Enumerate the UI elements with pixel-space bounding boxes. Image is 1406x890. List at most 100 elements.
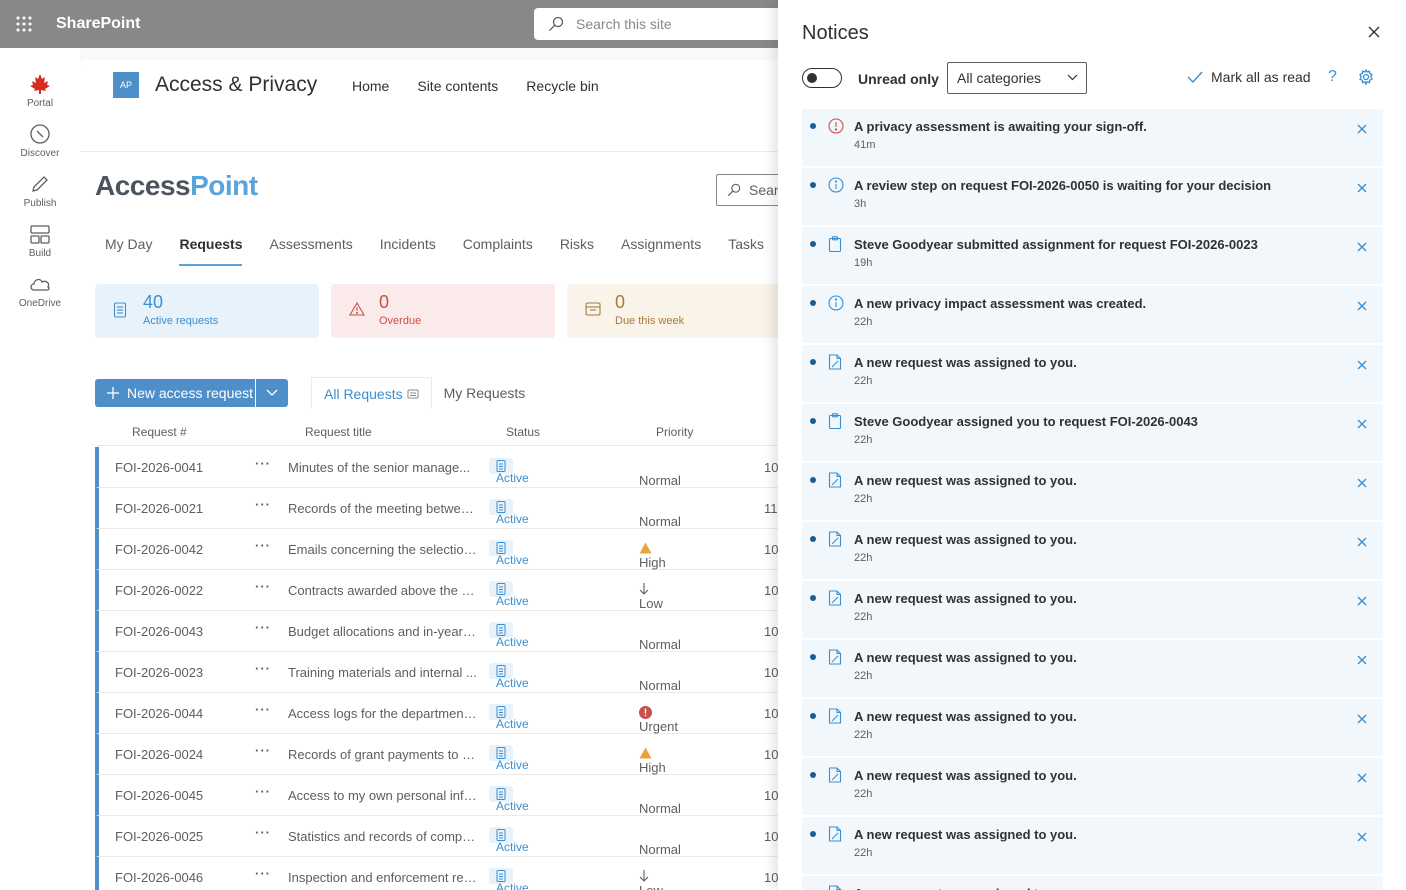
notice-text[interactable]: A new privacy impact assessment was crea… [854, 296, 1146, 311]
request-title[interactable]: Access to my own personal info... [288, 788, 478, 803]
close-panel-button[interactable] [1368, 26, 1380, 41]
notice-item[interactable]: A new request was assigned to you.22h [802, 817, 1383, 874]
notice-item[interactable]: A new request was assigned to you.22h [802, 876, 1383, 890]
notice-text[interactable]: A new request was assigned to you. [854, 532, 1077, 547]
table-row[interactable]: FOI-2026-0022 ··· Contracts awarded above … [95, 570, 800, 611]
table-row[interactable]: FOI-2026-0021 ··· Records of the meeting b… [95, 488, 800, 529]
notice-item[interactable]: Steve Goodyear assigned you to request F… [802, 404, 1383, 461]
table-row[interactable]: FOI-2026-0042 ··· Emails concerning the se… [95, 529, 800, 570]
dismiss-notice-button[interactable] [1357, 476, 1367, 491]
dismiss-notice-button[interactable] [1357, 358, 1367, 373]
notice-item[interactable]: A new request was assigned to you.22h [802, 758, 1383, 815]
nav-site-contents[interactable]: Site contents [417, 78, 498, 94]
notice-text[interactable]: A new request was assigned to you. [854, 709, 1077, 724]
request-number[interactable]: FOI-2026-0045 [115, 788, 203, 803]
request-title[interactable]: Budget allocations and in-year r... [288, 624, 478, 639]
request-number[interactable]: FOI-2026-0025 [115, 829, 203, 844]
notice-text[interactable]: A new request was assigned to you. [854, 650, 1077, 665]
dismiss-notice-button[interactable] [1357, 771, 1367, 786]
dismiss-notice-button[interactable] [1357, 830, 1367, 845]
request-title[interactable]: Statistics and records of compla... [288, 829, 478, 844]
appbar-portal[interactable]: Portal [0, 66, 80, 116]
request-title[interactable]: Records of the meeting betwee... [288, 501, 478, 516]
card-active-requests[interactable]: 40 Active requests [95, 284, 319, 338]
notice-text[interactable]: A new request was assigned to you. [854, 473, 1077, 488]
request-title[interactable]: Minutes of the senior manage... [288, 460, 478, 475]
notice-text[interactable]: A review step on request FOI-2026-0050 i… [854, 178, 1271, 193]
dismiss-notice-button[interactable] [1357, 181, 1367, 196]
tab-tasks[interactable]: Tasks [728, 236, 764, 266]
row-more-button[interactable]: ··· [255, 579, 271, 594]
request-number[interactable]: FOI-2026-0046 [115, 870, 203, 885]
col-status[interactable]: Status [506, 425, 540, 439]
unread-only-toggle[interactable] [802, 68, 842, 88]
request-number[interactable]: FOI-2026-0021 [115, 501, 203, 516]
request-number[interactable]: FOI-2026-0044 [115, 706, 203, 721]
dismiss-notice-button[interactable] [1357, 122, 1367, 137]
dismiss-notice-button[interactable] [1357, 240, 1367, 255]
row-more-button[interactable]: ··· [255, 825, 271, 840]
card-due-this-week[interactable]: 0 Due this week [567, 284, 791, 338]
notice-item[interactable]: A privacy assessment is awaiting your si… [802, 109, 1383, 166]
notice-text[interactable]: A new request was assigned to you. [854, 591, 1077, 606]
new-access-request-button[interactable]: New access request [95, 379, 255, 407]
table-row[interactable]: FOI-2026-0041 ··· Minutes of the senior ma… [95, 447, 800, 488]
notice-item[interactable]: A new request was assigned to you.22h [802, 640, 1383, 697]
tab-my-day[interactable]: My Day [105, 236, 152, 266]
col-request-title[interactable]: Request title [305, 425, 372, 439]
row-more-button[interactable]: ··· [255, 743, 271, 758]
tab-requests[interactable]: Requests [179, 236, 243, 266]
new-request-dropdown-button[interactable] [256, 379, 288, 407]
notice-text[interactable]: A new request was assigned to you. [854, 827, 1077, 842]
dismiss-notice-button[interactable] [1357, 712, 1367, 727]
table-row[interactable]: FOI-2026-0024 ··· Records of grant payment… [95, 734, 800, 775]
request-title[interactable]: Inspection and enforcement rec... [288, 870, 478, 885]
nav-recycle-bin[interactable]: Recycle bin [526, 78, 598, 94]
tab-incidents[interactable]: Incidents [380, 236, 436, 266]
site-title[interactable]: Access & Privacy [155, 73, 317, 97]
notice-text[interactable]: Steve Goodyear submitted assignment for … [854, 237, 1258, 252]
view-all-requests[interactable]: All Requests [311, 377, 432, 409]
notice-text[interactable]: A privacy assessment is awaiting your si… [854, 119, 1147, 134]
notice-text[interactable]: A new request was assigned to you. [854, 768, 1077, 783]
table-row[interactable]: FOI-2026-0044 ··· Access logs for the depa… [95, 693, 800, 734]
request-number[interactable]: FOI-2026-0024 [115, 747, 203, 762]
card-overdue[interactable]: 0 Overdue [331, 284, 555, 338]
request-title[interactable]: Training materials and internal ... [288, 665, 478, 680]
site-logo[interactable]: AP [113, 72, 139, 98]
notice-item[interactable]: Steve Goodyear submitted assignment for … [802, 227, 1383, 284]
notice-text[interactable]: A new request was assigned to you. [854, 355, 1077, 370]
table-row[interactable]: FOI-2026-0043 ··· Budget allocations and i… [95, 611, 800, 652]
notice-text[interactable]: A new request was assigned to you. [854, 886, 1077, 890]
table-row[interactable]: FOI-2026-0046 ··· Inspection and enforceme… [95, 857, 800, 890]
dismiss-notice-button[interactable] [1357, 417, 1367, 432]
row-more-button[interactable]: ··· [255, 620, 271, 635]
table-row[interactable]: FOI-2026-0045 ··· Access to my own persona… [95, 775, 800, 816]
notice-item[interactable]: A new request was assigned to you.22h [802, 345, 1383, 402]
request-title[interactable]: Records of grant payments to a... [288, 747, 478, 762]
row-more-button[interactable]: ··· [255, 784, 271, 799]
row-more-button[interactable]: ··· [255, 702, 271, 717]
appbar-discover[interactable]: Discover [0, 116, 80, 166]
view-my-requests[interactable]: My Requests [432, 377, 538, 409]
tab-complaints[interactable]: Complaints [463, 236, 533, 266]
request-number[interactable]: FOI-2026-0022 [115, 583, 203, 598]
tab-assignments[interactable]: Assignments [621, 236, 701, 266]
request-title[interactable]: Access logs for the department... [288, 706, 478, 721]
notice-text[interactable]: Steve Goodyear assigned you to request F… [854, 414, 1198, 429]
request-number[interactable]: FOI-2026-0042 [115, 542, 203, 557]
nav-home[interactable]: Home [352, 78, 389, 94]
row-more-button[interactable]: ··· [255, 866, 271, 881]
tab-assessments[interactable]: Assessments [269, 236, 352, 266]
col-request-number[interactable]: Request # [132, 425, 187, 439]
row-more-button[interactable]: ··· [255, 661, 271, 676]
dismiss-notice-button[interactable] [1357, 535, 1367, 550]
dismiss-notice-button[interactable] [1357, 594, 1367, 609]
mark-all-read-button[interactable]: Mark all as read [1187, 69, 1311, 85]
notice-item[interactable]: A new request was assigned to you.22h [802, 522, 1383, 579]
dismiss-notice-button[interactable] [1357, 299, 1367, 314]
request-number[interactable]: FOI-2026-0023 [115, 665, 203, 680]
appbar-publish[interactable]: Publish [0, 166, 80, 216]
request-number[interactable]: FOI-2026-0041 [115, 460, 203, 475]
notice-item[interactable]: A new request was assigned to you.22h [802, 699, 1383, 756]
